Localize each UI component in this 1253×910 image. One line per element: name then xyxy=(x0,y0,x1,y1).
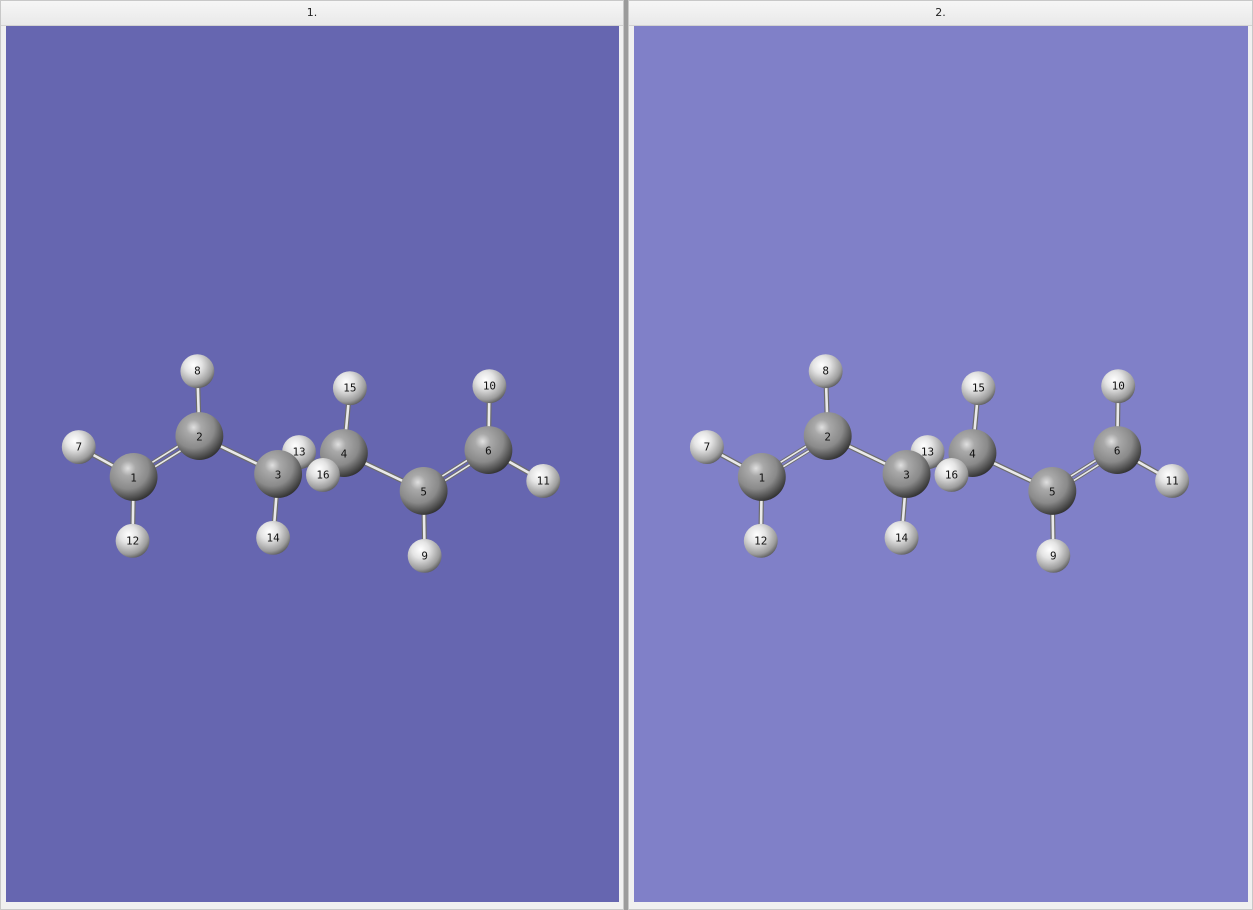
molecule-viewport-2[interactable]: 8 15 10 7 2 13 3 4 6 1 5 16 14 12 9 11 xyxy=(634,26,1248,902)
atom-1[interactable]: 1 xyxy=(737,453,786,501)
atom-label: 6 xyxy=(485,445,492,458)
atom-5[interactable]: 5 xyxy=(1028,466,1077,515)
atom-label: 10 xyxy=(1112,380,1125,393)
atom-label: 9 xyxy=(1050,549,1057,562)
atom-label: 11 xyxy=(537,474,550,487)
atom-label: 1 xyxy=(130,471,137,484)
atom-9[interactable]: 9 xyxy=(1036,538,1071,573)
atom-label: 4 xyxy=(341,448,348,461)
atom-label: 10 xyxy=(483,380,496,393)
atom-15[interactable]: 15 xyxy=(332,371,367,406)
atom-label: 16 xyxy=(945,468,958,481)
atom-16[interactable]: 16 xyxy=(306,458,340,492)
atom-12[interactable]: 12 xyxy=(115,523,150,558)
atom-label: 5 xyxy=(420,485,427,498)
atom-label: 9 xyxy=(421,549,428,562)
atom-6[interactable]: 6 xyxy=(464,426,513,474)
atom-5[interactable]: 5 xyxy=(399,466,448,515)
atom-16[interactable]: 16 xyxy=(934,458,969,492)
atom-12[interactable]: 12 xyxy=(743,523,778,558)
atom-label: 15 xyxy=(343,382,356,395)
atom-label: 3 xyxy=(275,468,282,481)
atom-8[interactable]: 8 xyxy=(808,354,843,389)
atom-2[interactable]: 2 xyxy=(175,412,224,461)
atom-label: 7 xyxy=(75,441,82,454)
atom-label: 2 xyxy=(196,431,203,444)
atom-label: 7 xyxy=(704,441,711,454)
atom-label: 8 xyxy=(822,365,829,378)
atom-label: 6 xyxy=(1114,445,1121,458)
atom-label: 1 xyxy=(758,471,765,484)
molecule-window-2[interactable]: 2. 8 15 10 7 2 13 3 4 6 1 5 16 14 12 9 11 xyxy=(628,0,1253,910)
atom-15[interactable]: 15 xyxy=(961,371,996,406)
atom-2[interactable]: 2 xyxy=(803,412,852,461)
window-title-1[interactable]: 1. xyxy=(1,1,623,26)
atom-label: 8 xyxy=(194,365,201,378)
atom-3[interactable]: 3 xyxy=(882,450,931,498)
atom-10[interactable]: 10 xyxy=(1101,369,1136,404)
atom-8[interactable]: 8 xyxy=(180,354,215,389)
atom-3[interactable]: 3 xyxy=(254,450,303,498)
atom-label: 4 xyxy=(969,448,976,461)
atom-14[interactable]: 14 xyxy=(256,520,291,555)
atom-1[interactable]: 1 xyxy=(109,453,158,501)
atom-11[interactable]: 11 xyxy=(1155,464,1190,498)
atom-7[interactable]: 7 xyxy=(689,430,724,464)
window-title-2[interactable]: 2. xyxy=(629,1,1252,26)
molecule-viewport-1[interactable]: 8 15 10 7 2 13 3 4 6 1 5 16 14 12 9 11 xyxy=(6,26,619,902)
molecule-canvas-1[interactable]: 815 10721334 615161412911 xyxy=(6,26,619,902)
atom-11[interactable]: 11 xyxy=(526,464,561,498)
atom-label: 5 xyxy=(1049,485,1056,498)
atom-10[interactable]: 10 xyxy=(472,369,507,404)
atom-label: 11 xyxy=(1166,474,1179,487)
atom-label: 14 xyxy=(267,531,281,544)
molecule-canvas-2[interactable]: 815 10721334 615161412911 xyxy=(634,26,1248,902)
molecule-window-1[interactable]: 1. 8 15 10 7 2 13 3 4 6 1 5 16 14 12 9 11 xyxy=(0,0,624,910)
atom-label: 12 xyxy=(754,534,767,547)
atom-label: 2 xyxy=(824,431,831,444)
atom-9[interactable]: 9 xyxy=(407,538,442,573)
atom-label: 15 xyxy=(972,382,985,395)
atom-6[interactable]: 6 xyxy=(1093,426,1142,474)
atom-label: 12 xyxy=(126,534,139,547)
atom-14[interactable]: 14 xyxy=(884,520,919,555)
atom-label: 3 xyxy=(903,468,910,481)
atom-label: 14 xyxy=(895,531,909,544)
atom-7[interactable]: 7 xyxy=(61,430,96,464)
atom-label: 16 xyxy=(316,468,329,481)
